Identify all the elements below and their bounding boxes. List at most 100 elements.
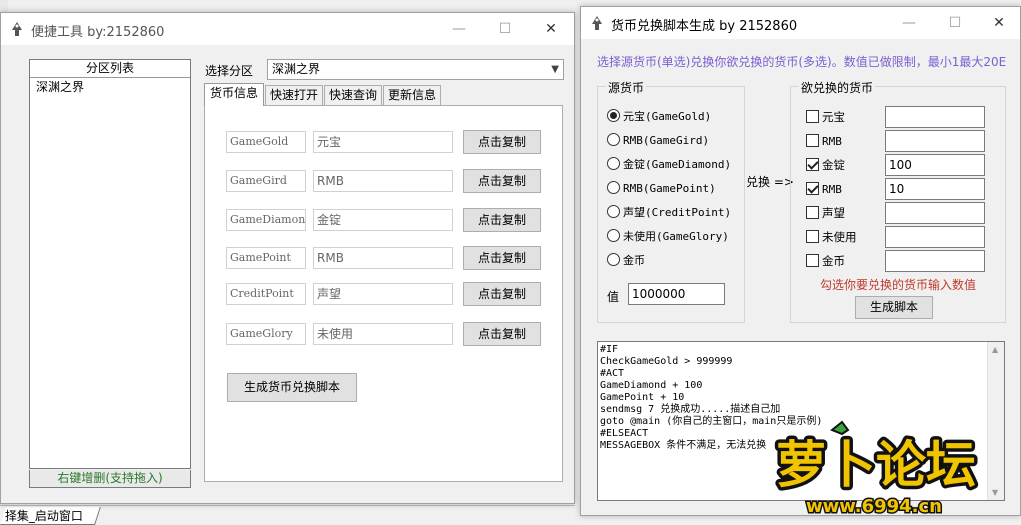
target-value-input[interactable] — [885, 226, 985, 248]
radio-selected-icon — [607, 109, 620, 122]
target-checkbox-option[interactable]: 金锭 — [806, 157, 845, 173]
currency-value-field[interactable]: RMB — [313, 247, 453, 269]
source-radio-option[interactable]: 声望(CreditPoint) — [607, 204, 731, 221]
title-bar[interactable]: 便捷工具 by:2152860 — ☐ ✕ — [1, 13, 574, 45]
copy-button[interactable]: 点击复制 — [463, 282, 541, 306]
currency-value-field[interactable]: 声望 — [313, 283, 453, 305]
window-title: 便捷工具 by:2152860 — [31, 25, 165, 40]
script-line: MESSAGEBOX 条件不满足，无法兑换 — [600, 440, 767, 451]
script-line: CheckGameGold > 999999 — [600, 356, 733, 367]
partition-list[interactable]: 分区列表 深渊之界 — [29, 59, 191, 469]
copy-button[interactable]: 点击复制 — [463, 208, 541, 232]
tab-quick-query[interactable]: 快速查询 — [324, 85, 382, 106]
script-line: #IF — [600, 344, 619, 355]
tab-quick-open[interactable]: 快速打开 — [265, 85, 323, 106]
scroll-down-icon[interactable]: ▼ — [992, 488, 998, 497]
source-radio-option[interactable]: 金币 — [607, 252, 645, 269]
target-value-input[interactable] — [885, 130, 985, 152]
currency-value-field[interactable]: RMB — [313, 170, 453, 192]
maximize-button[interactable]: ☐ — [932, 7, 978, 39]
select-partition-label: 选择分区 — [205, 64, 254, 78]
partition-list-header: 分区列表 — [30, 60, 190, 78]
script-output-textarea[interactable]: #IF CheckGameGold > 999999 #ACT GameDiam… — [597, 341, 1005, 501]
currency-key-field[interactable]: GamePoint — [226, 247, 306, 269]
partition-select[interactable]: 深渊之界 ▼ — [267, 59, 564, 80]
target-checkbox-option[interactable]: 声望 — [806, 205, 845, 221]
target-value-input[interactable] — [885, 202, 985, 224]
app-icon — [592, 16, 602, 30]
copy-button[interactable]: 点击复制 — [463, 130, 541, 154]
target-checkbox-option[interactable]: RMB — [806, 181, 842, 198]
target-value-input[interactable] — [885, 106, 985, 128]
checkbox-checked-icon — [806, 158, 819, 171]
source-radio-option[interactable]: RMB(GamePoint) — [607, 180, 716, 197]
checkbox-icon — [806, 230, 819, 243]
target-checkbox-option[interactable]: 未使用 — [806, 229, 857, 245]
checkbox-icon — [806, 254, 819, 267]
source-currency-group-title: 源货币 — [606, 79, 647, 96]
script-line: goto @main (你自己的主窗口，main只是示例) — [600, 416, 823, 427]
close-button[interactable]: ✕ — [528, 13, 574, 45]
radio-icon — [607, 157, 620, 170]
target-hint: 勾选你要兑换的货币输入数值 — [820, 278, 977, 292]
minimize-button[interactable]: — — [436, 13, 482, 45]
script-line: #ELSEACT — [600, 428, 649, 439]
copy-button[interactable]: 点击复制 — [463, 246, 541, 270]
radio-icon — [607, 133, 620, 146]
target-currency-group-title: 欲兑换的货币 — [799, 79, 876, 96]
script-generator-window: 货币兑换脚本生成 by 2152860 — ☐ ✕ 选择源货币(单选)兑换你欲兑… — [580, 6, 1021, 516]
target-checkbox-option[interactable]: 金币 — [806, 253, 845, 269]
close-button[interactable]: ✕ — [976, 7, 1021, 39]
title-bar[interactable]: 货币兑换脚本生成 by 2152860 — ☐ ✕ — [581, 7, 1020, 39]
checkbox-icon — [806, 206, 819, 219]
currency-key-field[interactable]: GameGlory — [226, 323, 306, 345]
radio-icon — [607, 253, 620, 266]
copy-button[interactable]: 点击复制 — [463, 322, 541, 346]
radio-icon — [607, 181, 620, 194]
source-radio-option[interactable]: 未使用(GameGlory) — [607, 228, 729, 245]
script-line: GameDiamond + 100 — [600, 380, 703, 391]
window-title: 货币兑换脚本生成 by 2152860 — [611, 19, 798, 34]
currency-value-field[interactable]: 金锭 — [313, 209, 453, 231]
instruction-hint: 选择源货币(单选)兑换你欲兑换的货币(多选)。数值已做限制，最小1最大20E — [597, 55, 1007, 69]
currency-key-field[interactable]: GameDiamond — [226, 209, 306, 231]
chevron-down-icon: ▼ — [551, 64, 559, 75]
target-value-input[interactable] — [885, 250, 985, 272]
copy-button[interactable]: 点击复制 — [463, 169, 541, 193]
background-tab[interactable]: 择集_启动窗口 — [0, 507, 101, 525]
vertical-scrollbar[interactable]: ▲ ▼ — [987, 342, 1004, 500]
source-radio-option[interactable]: 金锭(GameDiamond) — [607, 156, 731, 173]
quick-tool-window: 便捷工具 by:2152860 — ☐ ✕ 分区列表 深渊之界 右键增删(支持拖… — [0, 12, 575, 504]
partition-select-value: 深渊之界 — [272, 62, 321, 76]
currency-key-field[interactable]: GameGold — [226, 131, 306, 153]
source-radio-option[interactable]: 元宝(GameGold) — [607, 108, 711, 125]
currency-key-field[interactable]: GameGird — [226, 170, 306, 192]
target-value-input[interactable]: 100 — [885, 154, 985, 176]
currency-value-field[interactable]: 元宝 — [313, 131, 453, 153]
value-label: 值 — [607, 290, 620, 304]
background-tab-label: 择集_启动窗口 — [4, 509, 83, 523]
source-value-input[interactable]: 1000000 — [628, 283, 725, 305]
app-icon — [12, 22, 22, 36]
minimize-button[interactable]: — — [886, 7, 932, 39]
tab-currency-info[interactable]: 货币信息 — [204, 83, 264, 106]
partition-list-footer: 右键增删(支持拖入) — [29, 470, 191, 488]
checkbox-icon — [806, 134, 819, 147]
partition-item[interactable]: 深渊之界 — [30, 78, 190, 96]
source-radio-option[interactable]: RMB(GameGird) — [607, 132, 709, 149]
generate-exchange-script-button[interactable]: 生成货币兑换脚本 — [227, 373, 357, 402]
scroll-up-icon[interactable]: ▲ — [992, 345, 998, 354]
radio-icon — [607, 229, 620, 242]
target-checkbox-option[interactable]: 元宝 — [806, 109, 845, 125]
target-checkbox-option[interactable]: RMB — [806, 133, 842, 150]
generate-script-button[interactable]: 生成脚本 — [855, 296, 933, 319]
checkbox-icon — [806, 110, 819, 123]
currency-value-field[interactable]: 未使用 — [313, 323, 453, 345]
maximize-button[interactable]: ☐ — [482, 13, 528, 45]
currency-key-field[interactable]: CreditPoint — [226, 283, 306, 305]
tab-update-info[interactable]: 更新信息 — [383, 85, 441, 106]
script-line: sendmsg 7 兑换成功.....描述自己加 — [600, 404, 781, 415]
exchange-arrow-label: 兑换 => — [746, 175, 794, 189]
radio-icon — [607, 205, 620, 218]
target-value-input[interactable]: 10 — [885, 178, 985, 200]
